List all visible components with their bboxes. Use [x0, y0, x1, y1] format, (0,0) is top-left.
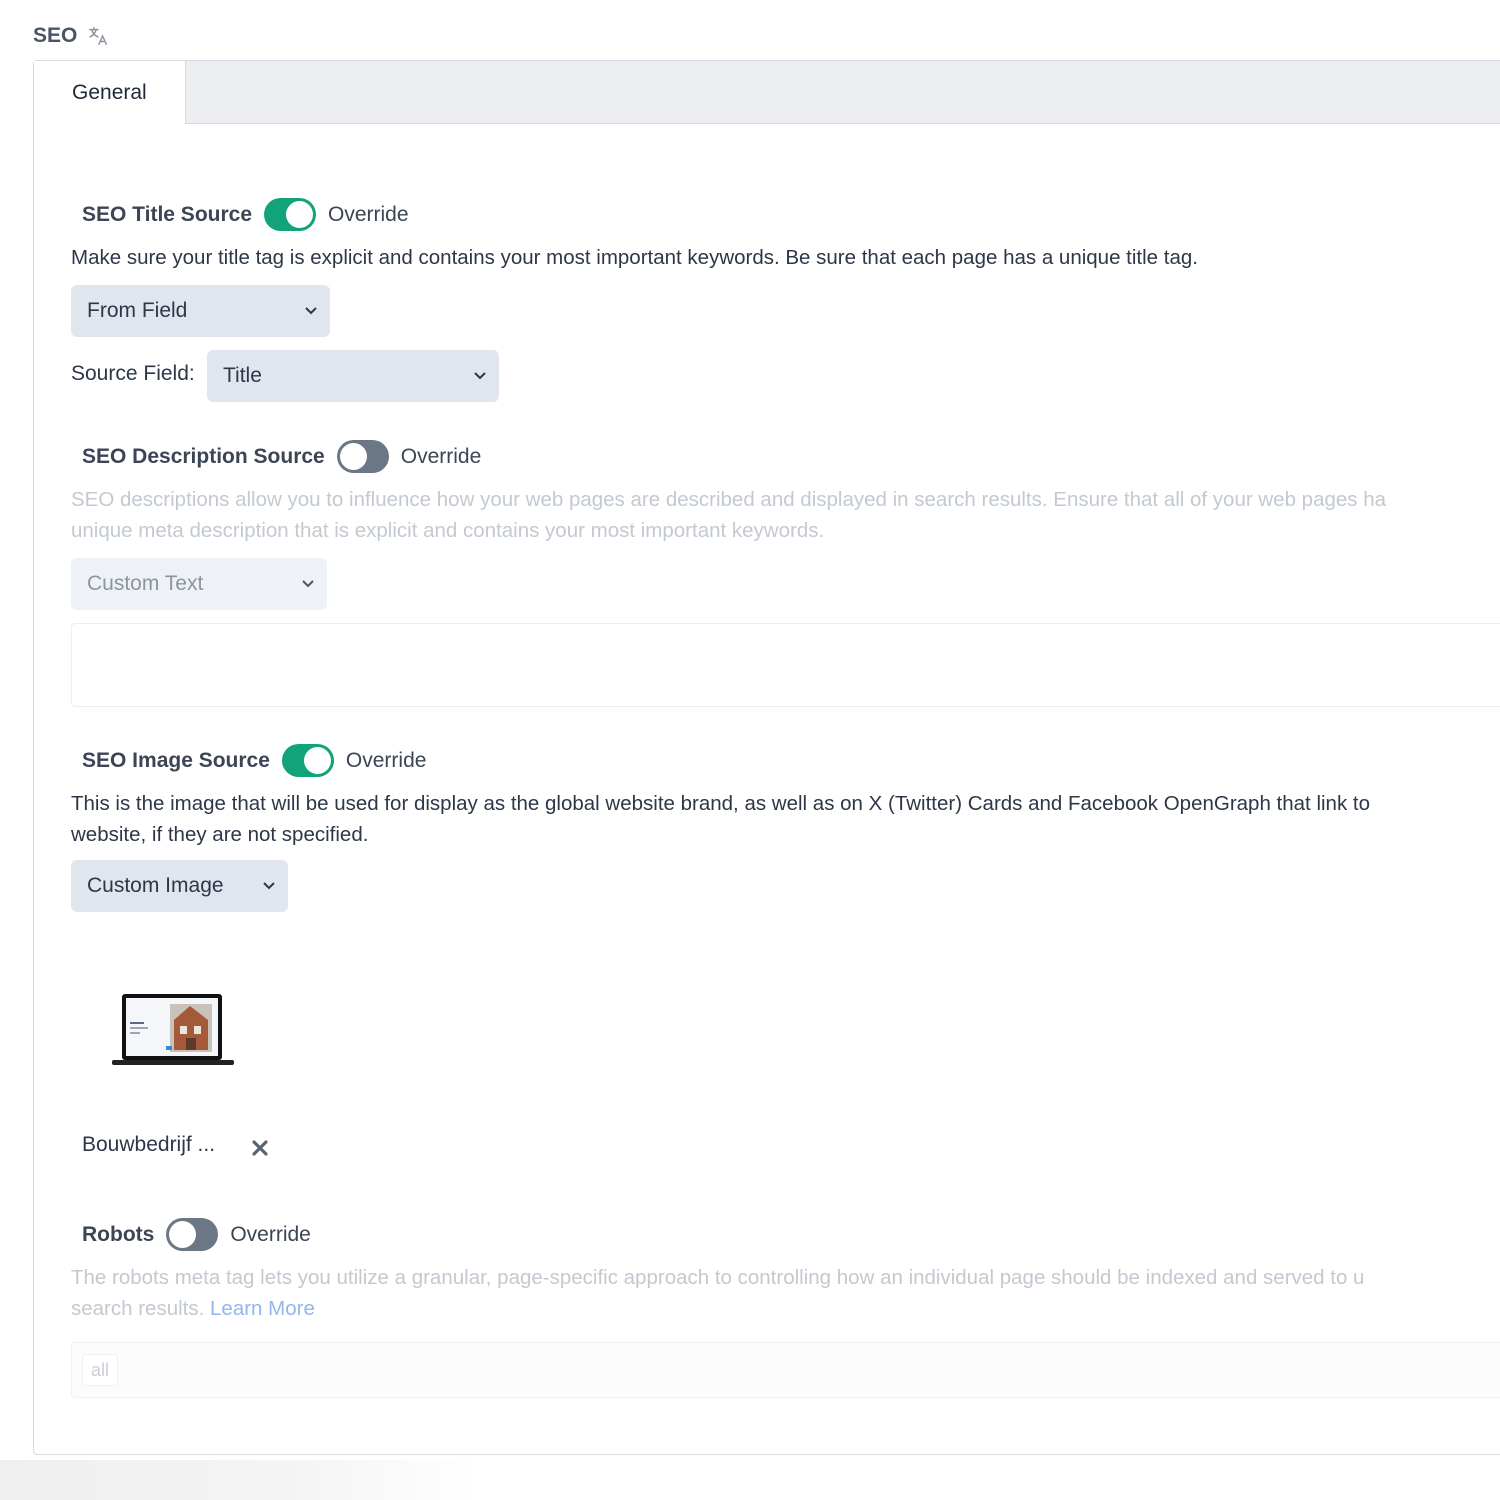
close-icon[interactable]	[250, 1138, 270, 1158]
image-override-toggle[interactable]	[281, 744, 334, 777]
description-override-toggle[interactable]	[336, 440, 389, 473]
description-source-select-value: Custom Text	[87, 572, 204, 595]
robots-tag-input[interactable]: all	[71, 1342, 1500, 1398]
title-override-label: Override	[328, 202, 409, 226]
learn-more-link[interactable]: Learn More	[210, 1297, 315, 1320]
chevron-down-icon	[263, 882, 275, 890]
image-override-label: Override	[345, 748, 427, 772]
robots-tag[interactable]: all	[82, 1354, 119, 1386]
image-source-description-1: This is the image that will be used for …	[71, 792, 1370, 815]
chevron-down-icon	[305, 307, 317, 315]
toggle-knob	[339, 443, 367, 470]
toggle-knob	[169, 1221, 197, 1248]
description-textarea[interactable]	[71, 623, 1500, 707]
robots-label: Robots	[82, 1222, 155, 1246]
title-source-label: SEO Title Source	[82, 202, 252, 226]
robots-description-2-text: search results.	[71, 1297, 205, 1320]
robots-row: Robots Override	[82, 1218, 311, 1251]
title-source-description: Make sure your title tag is explicit and…	[71, 246, 1198, 269]
robots-override-toggle[interactable]	[166, 1218, 219, 1251]
asset-name[interactable]: Bouwbedrijf ...	[82, 1133, 215, 1157]
title-override-toggle[interactable]	[264, 198, 316, 231]
description-override-label: Override	[400, 444, 482, 468]
translate-icon	[89, 27, 108, 45]
image-source-select[interactable]: Custom Image	[71, 860, 288, 912]
title-source-select-value: From Field	[87, 299, 188, 322]
robots-override-label: Override	[230, 1222, 311, 1246]
toggle-knob	[286, 201, 313, 228]
bottom-shadow	[0, 1460, 480, 1500]
tab-bar: General	[34, 61, 1500, 124]
source-field-label: Source Field:	[71, 362, 195, 385]
image-source-select-value: Custom Image	[87, 874, 224, 897]
description-source-description-2: unique meta description that is explicit…	[71, 519, 825, 542]
robots-description-1: The robots meta tag lets you utilize a g…	[71, 1266, 1365, 1289]
description-source-description-1: SEO descriptions allow you to influence …	[71, 488, 1387, 511]
tab-general[interactable]: General	[34, 61, 186, 124]
image-source-label: SEO Image Source	[82, 748, 270, 772]
field-title: SEO	[33, 24, 78, 47]
chevron-down-icon	[474, 372, 486, 380]
source-field-select[interactable]: Title	[207, 350, 499, 402]
image-source-description-2: website, if they are not specified.	[71, 823, 369, 846]
field-heading: SEO	[33, 24, 109, 48]
description-source-select[interactable]: Custom Text	[71, 558, 327, 610]
toggle-knob	[303, 747, 331, 774]
asset-thumbnail[interactable]	[96, 980, 246, 1080]
title-source-row: SEO Title Source Override	[82, 198, 409, 231]
chevron-down-icon	[302, 580, 314, 588]
description-source-row: SEO Description Source Override	[82, 440, 481, 473]
description-source-label: SEO Description Source	[82, 444, 325, 468]
robots-description-2: search results. Learn More	[71, 1293, 315, 1324]
title-source-select[interactable]: From Field	[71, 285, 330, 337]
source-field-value: Title	[223, 364, 262, 387]
image-source-row: SEO Image Source Override	[82, 744, 426, 777]
